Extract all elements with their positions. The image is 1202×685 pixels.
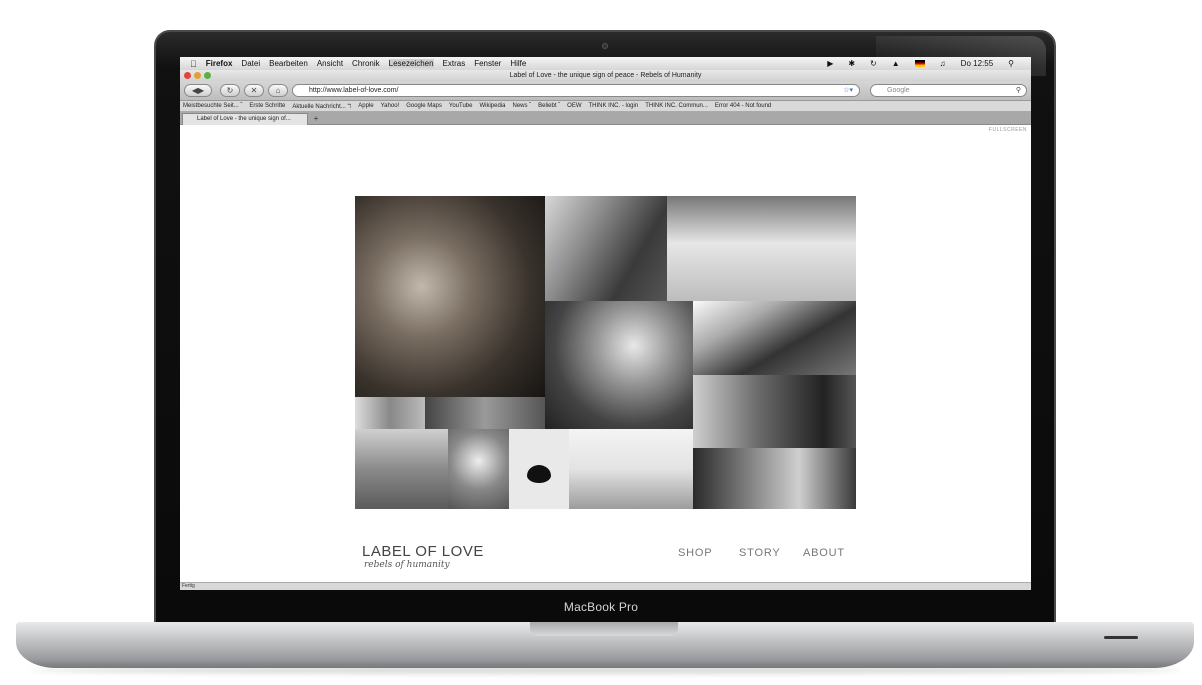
zoom-icon[interactable]: [204, 72, 211, 79]
photo-raised-hands[interactable]: [569, 429, 693, 509]
menu-hilfe[interactable]: Hilfe: [510, 59, 526, 68]
photo-group-back[interactable]: [355, 429, 448, 509]
page-content: FULLSCREEN LABEL OF LOVE rebels of human…: [180, 125, 1031, 582]
menu-ansicht[interactable]: Ansicht: [317, 59, 343, 68]
time-machine-icon[interactable]: ↻: [870, 59, 877, 68]
bookmark-item[interactable]: Apple: [358, 103, 373, 109]
bookmark-item[interactable]: Aktuelle Nachricht... ℸ: [292, 103, 351, 110]
photo-women-sitting[interactable]: [693, 375, 856, 448]
mac-menubar:  Firefox Datei Bearbeiten Ansicht Chron…: [180, 57, 1031, 70]
bookmark-item[interactable]: Beliebt ˇ: [538, 103, 560, 109]
tab-bar: Label of Love - the unique sign of... +: [180, 112, 1031, 125]
camera-icon: [602, 43, 608, 49]
photo-group-pointing[interactable]: [545, 301, 693, 429]
home-button[interactable]: ⌂: [268, 84, 288, 97]
stage:  Firefox Datei Bearbeiten Ansicht Chron…: [0, 0, 1202, 685]
wifi-icon[interactable]: ▲: [892, 59, 900, 68]
nav-story[interactable]: STORY: [739, 547, 781, 559]
menu-lesezeichen[interactable]: Lesezeichen: [388, 59, 434, 68]
new-tab-button[interactable]: +: [310, 114, 322, 124]
stop-button[interactable]: ✕: [244, 84, 264, 97]
url-text: http://www.label-of-love.com/: [309, 87, 399, 94]
site-logo[interactable]: LABEL OF LOVE rebels of humanity: [362, 543, 484, 570]
device-label: MacBook Pro: [563, 600, 639, 614]
photo-couple-kiss[interactable]: [355, 196, 545, 397]
window-titlebar: Label of Love - the unique sign of peace…: [180, 70, 1031, 81]
play-icon[interactable]: ▶: [827, 59, 833, 68]
close-icon[interactable]: [184, 72, 191, 79]
status-bar: Fertig: [180, 582, 1031, 590]
keyboard-flag-icon[interactable]: [914, 60, 925, 67]
logo-tagline: rebels of humanity: [364, 560, 450, 570]
tab-label-of-love[interactable]: Label of Love - the unique sign of...: [182, 113, 308, 125]
bookmark-item[interactable]: YouTube: [449, 103, 473, 109]
menu-chronik[interactable]: Chronik: [352, 59, 380, 68]
nav-about[interactable]: ABOUT: [803, 547, 845, 559]
bookmark-item[interactable]: OEW: [567, 103, 581, 109]
photo-heart-lips[interactable]: [509, 429, 569, 509]
address-bar[interactable]: http://www.label-of-love.com/ ☆▾: [292, 84, 860, 97]
bookmark-star-icon[interactable]: ☆▾: [843, 85, 853, 97]
bookmark-item[interactable]: News ˇ: [512, 103, 531, 109]
search-icon[interactable]: ⚲: [1016, 85, 1021, 97]
menubar-status-area: ▶ ✱ ↻ ▲ ♫ Do 12:55 ⚲: [821, 57, 1023, 70]
status-text: Fertig: [182, 583, 195, 589]
base-notch: [530, 622, 678, 636]
browser-toolbar: ◀▶ ↻ ✕ ⌂ http://www.label-of-love.com/ ☆…: [180, 81, 1031, 101]
photo-laughing-women[interactable]: [693, 448, 856, 509]
bookmark-item[interactable]: Erste Schritte: [249, 103, 285, 109]
menu-datei[interactable]: Datei: [241, 59, 260, 68]
bookmark-item[interactable]: THINK INC. Commun...: [645, 103, 708, 109]
spotlight-icon[interactable]: ⚲: [1008, 59, 1014, 68]
back-forward-button[interactable]: ◀▶: [184, 84, 212, 97]
bookmark-item[interactable]: THINK INC. - login: [589, 103, 639, 109]
menu-extras[interactable]: Extras: [443, 59, 466, 68]
menu-app-name[interactable]: Firefox: [206, 59, 233, 68]
menu-bearbeiten[interactable]: Bearbeiten: [269, 59, 308, 68]
search-bar[interactable]: Google ⚲: [870, 84, 1027, 97]
window-title: Label of Love - the unique sign of peace…: [509, 72, 702, 79]
photo-skaters-wall[interactable]: [667, 196, 856, 301]
volume-icon[interactable]: ♫: [940, 59, 946, 68]
fullscreen-link[interactable]: FULLSCREEN: [989, 127, 1027, 133]
photo-bracelet[interactable]: [448, 429, 509, 509]
bookmark-item[interactable]: Google Maps: [406, 103, 442, 109]
bookmark-item[interactable]: Meistbesuchte Seit... ˇ: [183, 103, 242, 109]
minimize-icon[interactable]: [194, 72, 201, 79]
bookmark-item[interactable]: Yahoo!: [381, 103, 400, 109]
search-placeholder: Google: [887, 87, 910, 94]
menu-fenster[interactable]: Fenster: [474, 59, 501, 68]
photo-man-sitting[interactable]: [545, 196, 667, 301]
photo-faces[interactable]: [425, 397, 545, 429]
sleep-led: [1104, 636, 1138, 639]
apple-icon[interactable]: : [190, 59, 197, 69]
nav-shop[interactable]: SHOP: [678, 547, 712, 559]
bluetooth-icon[interactable]: ✱: [848, 59, 855, 68]
bookmark-item[interactable]: Error 404 - Not found: [715, 103, 771, 109]
bookmark-item[interactable]: Wikipedia: [479, 103, 505, 109]
logo-title: LABEL OF LOVE: [362, 543, 484, 560]
menubar-clock[interactable]: Do 12:55: [961, 59, 993, 68]
tab-title: Label of Love - the unique sign of...: [197, 116, 291, 122]
screen:  Firefox Datei Bearbeiten Ansicht Chron…: [180, 57, 1031, 590]
photo-jumper-sky[interactable]: [693, 301, 856, 375]
heart-lips-icon: [527, 465, 551, 483]
bookmarks-bar: Meistbesuchte Seit... ˇ Erste Schritte A…: [180, 101, 1031, 112]
reload-button[interactable]: ↻: [220, 84, 240, 97]
photo-flower-hand[interactable]: [355, 397, 425, 429]
photo-collage[interactable]: [355, 196, 856, 509]
